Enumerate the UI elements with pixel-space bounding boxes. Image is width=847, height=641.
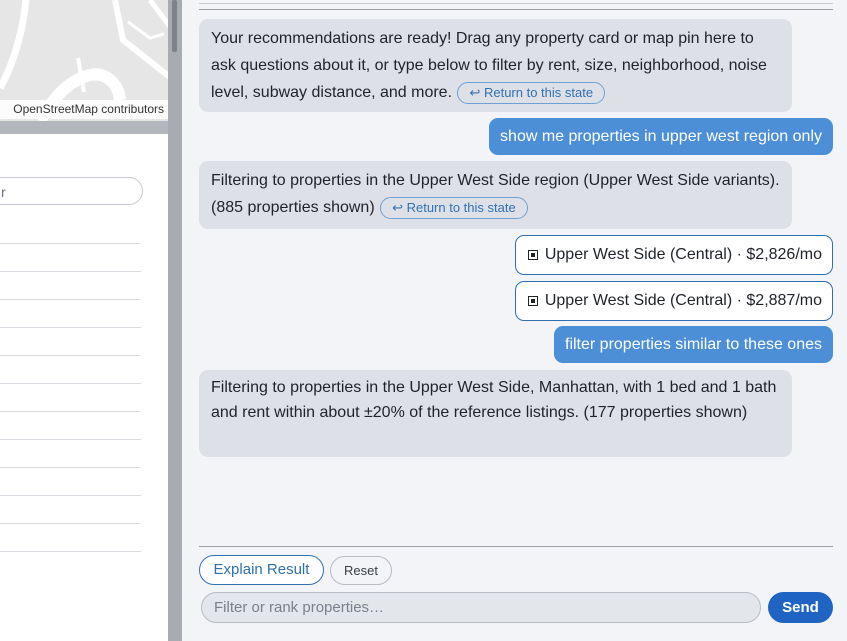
sidebar-search-input[interactable]: r xyxy=(0,177,143,205)
list-item[interactable] xyxy=(0,299,141,300)
user-message: show me properties in upper west region … xyxy=(489,118,833,155)
map-view[interactable]: OpenStreetMap contributors xyxy=(0,0,171,121)
list-item[interactable] xyxy=(0,495,141,496)
property-icon xyxy=(527,296,538,306)
list-item[interactable] xyxy=(0,243,141,244)
property-card-chip[interactable]: Upper West Side (Central) · $2,826/mo xyxy=(514,235,833,275)
list-item[interactable] xyxy=(0,551,141,552)
return-to-state-button[interactable]: ↩ Return to this state xyxy=(457,81,606,104)
list-item[interactable] xyxy=(0,327,141,328)
composer-divider xyxy=(199,546,833,547)
list-item[interactable] xyxy=(0,411,141,412)
return-to-state-button[interactable]: ↩ Return to this state xyxy=(380,196,528,219)
left-panel: OpenStreetMap contributors r xyxy=(0,0,171,641)
send-button[interactable]: Send xyxy=(768,592,833,623)
chat-top-border xyxy=(199,0,833,4)
list-item[interactable] xyxy=(0,523,141,524)
property-icon xyxy=(527,250,538,260)
chat-input[interactable] xyxy=(201,592,761,623)
list-item[interactable] xyxy=(0,439,141,440)
panel-divider xyxy=(0,121,171,134)
user-message: filter properties similar to these ones xyxy=(554,326,833,363)
message-text: Filtering to properties in the Upper Wes… xyxy=(211,379,777,421)
list-item[interactable] xyxy=(0,383,141,384)
chat-panel: Your recommendations are ready! Drag any… xyxy=(182,0,847,641)
chat-divider xyxy=(199,9,833,10)
list-item[interactable] xyxy=(0,271,141,272)
assistant-message: Filtering to properties in the Upper Wes… xyxy=(199,370,792,457)
assistant-message: Filtering to properties in the Upper Wes… xyxy=(199,161,792,229)
reset-button[interactable]: Reset xyxy=(330,556,392,585)
chip-label: Upper West Side (Central) · $2,826/mo xyxy=(544,246,822,263)
scrollbar-thumb[interactable] xyxy=(172,0,177,52)
panel-scrollbar[interactable] xyxy=(168,0,182,641)
map-attribution[interactable]: OpenStreetMap contributors xyxy=(0,100,168,119)
chip-label: Upper West Side (Central) · $2,887/mo xyxy=(544,292,822,309)
property-card-chip[interactable]: Upper West Side (Central) · $2,887/mo xyxy=(514,281,833,321)
explain-result-button[interactable]: Explain Result xyxy=(199,555,324,585)
assistant-message: Your recommendations are ready! Drag any… xyxy=(199,19,792,112)
list-item[interactable] xyxy=(0,467,141,468)
list-item[interactable] xyxy=(0,355,141,356)
